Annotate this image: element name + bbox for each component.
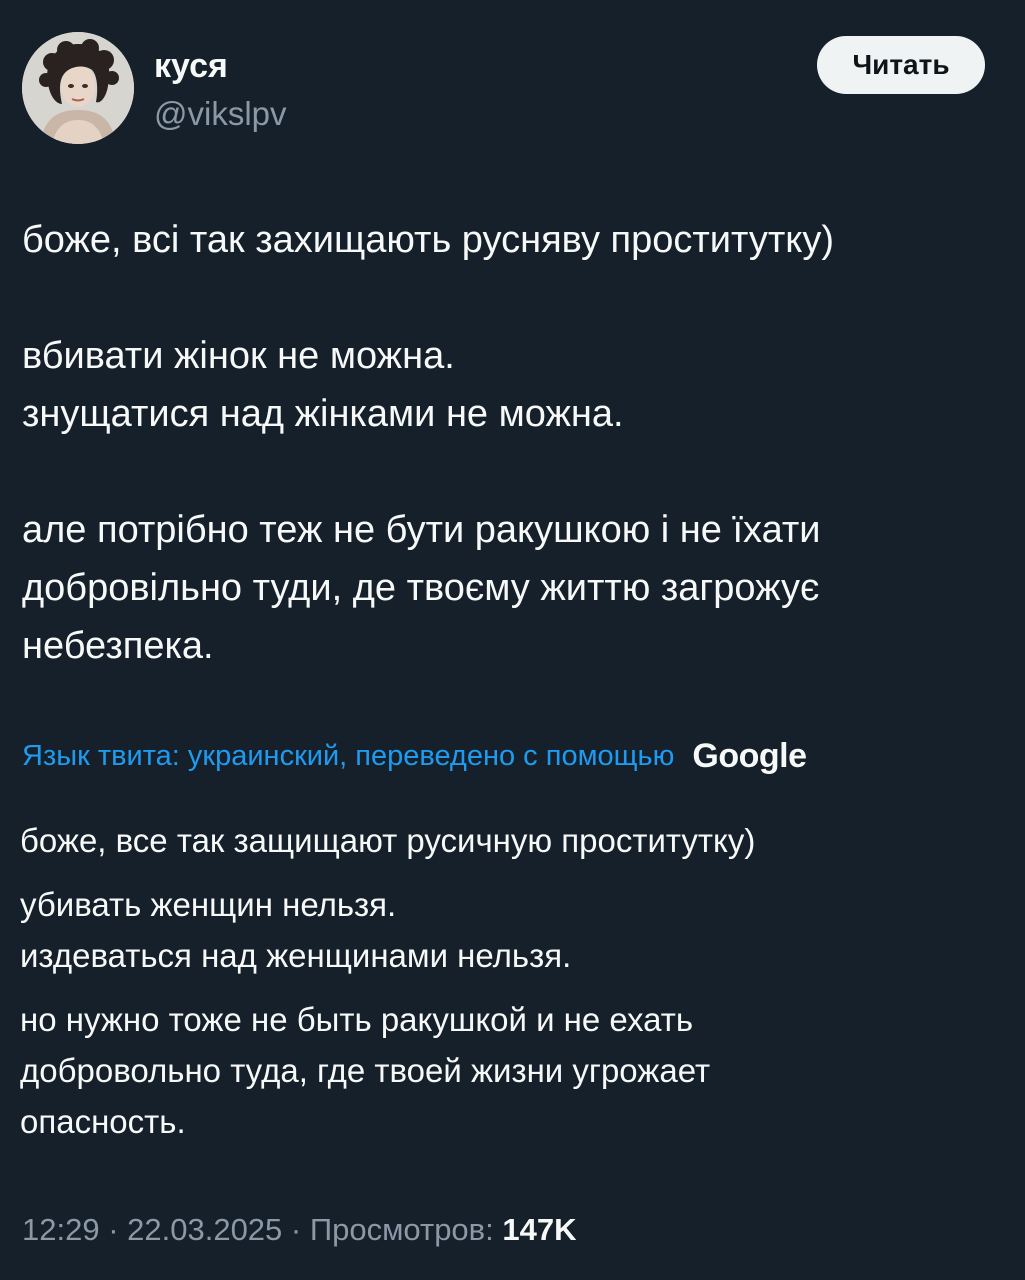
tweet-paragraph: вбивати жінок не можна. знущатися над жі… — [22, 327, 1002, 443]
tweet-line: добровільно туди, де твоєму життю загрож… — [22, 567, 820, 609]
google-logo: Google — [692, 737, 807, 775]
tweet-line: боже, всі так захищають русняву проститу… — [22, 219, 834, 261]
translated-line: боже, все так защищают русичную проститу… — [20, 822, 756, 859]
author-handle[interactable]: @vikslpv — [154, 94, 287, 134]
tweet-paragraph: але потрібно теж не бути ракушкою і не ї… — [22, 501, 1002, 675]
translated-line: издеваться над женщинами нельзя. — [20, 937, 572, 974]
meta-separator: · — [282, 1212, 310, 1247]
tweet-meta: 12:29 · 22.03.2025 · Просмотров: 147K — [22, 1206, 577, 1254]
tweet-line: вбивати жінок не можна. — [22, 335, 455, 377]
views-label: Просмотров: — [309, 1212, 494, 1247]
tweet-line: знущатися над жінками не можна. — [22, 393, 624, 435]
author-name[interactable]: куся — [154, 46, 228, 86]
translated-paragraph: боже, все так защищают русичную проститу… — [20, 815, 1000, 866]
translation-attribution[interactable]: Язык твита: украинский, переведено с пом… — [22, 733, 807, 779]
tweet-time[interactable]: 12:29 — [22, 1212, 100, 1247]
tweet-line: але потрібно теж не бути ракушкою і не ї… — [22, 509, 821, 551]
translated-paragraph: убивать женщин нельзя. издеваться над же… — [20, 879, 1000, 981]
translation-note[interactable]: Язык твита: украинский, переведено с пом… — [22, 740, 674, 772]
translated-text: боже, все так защищают русичную проститу… — [20, 815, 1000, 1160]
translated-paragraph: но нужно тоже не быть ракушкой и не ехат… — [20, 994, 1000, 1147]
profile-photo-icon — [22, 32, 134, 144]
tweet-header: куся @vikslpv Читать — [22, 32, 985, 144]
tweet-line: небезпека. — [22, 625, 214, 667]
translated-line: добровольно туда, где твоей жизни угрожа… — [20, 1052, 711, 1089]
tweet-text: боже, всі так захищають русняву проститу… — [22, 211, 1002, 675]
translated-line: убивать женщин нельзя. — [20, 886, 397, 923]
meta-separator: · — [99, 1212, 128, 1247]
translated-line: но нужно тоже не быть ракушкой и не ехат… — [20, 1001, 694, 1038]
tweet-paragraph: боже, всі так захищають русняву проститу… — [22, 211, 1002, 269]
views-count[interactable]: 147K — [502, 1212, 576, 1247]
tweet-date[interactable]: 22.03.2025 — [127, 1212, 282, 1247]
translated-line: опасность. — [20, 1103, 186, 1140]
read-button[interactable]: Читать — [817, 36, 985, 94]
avatar[interactable] — [22, 32, 134, 144]
